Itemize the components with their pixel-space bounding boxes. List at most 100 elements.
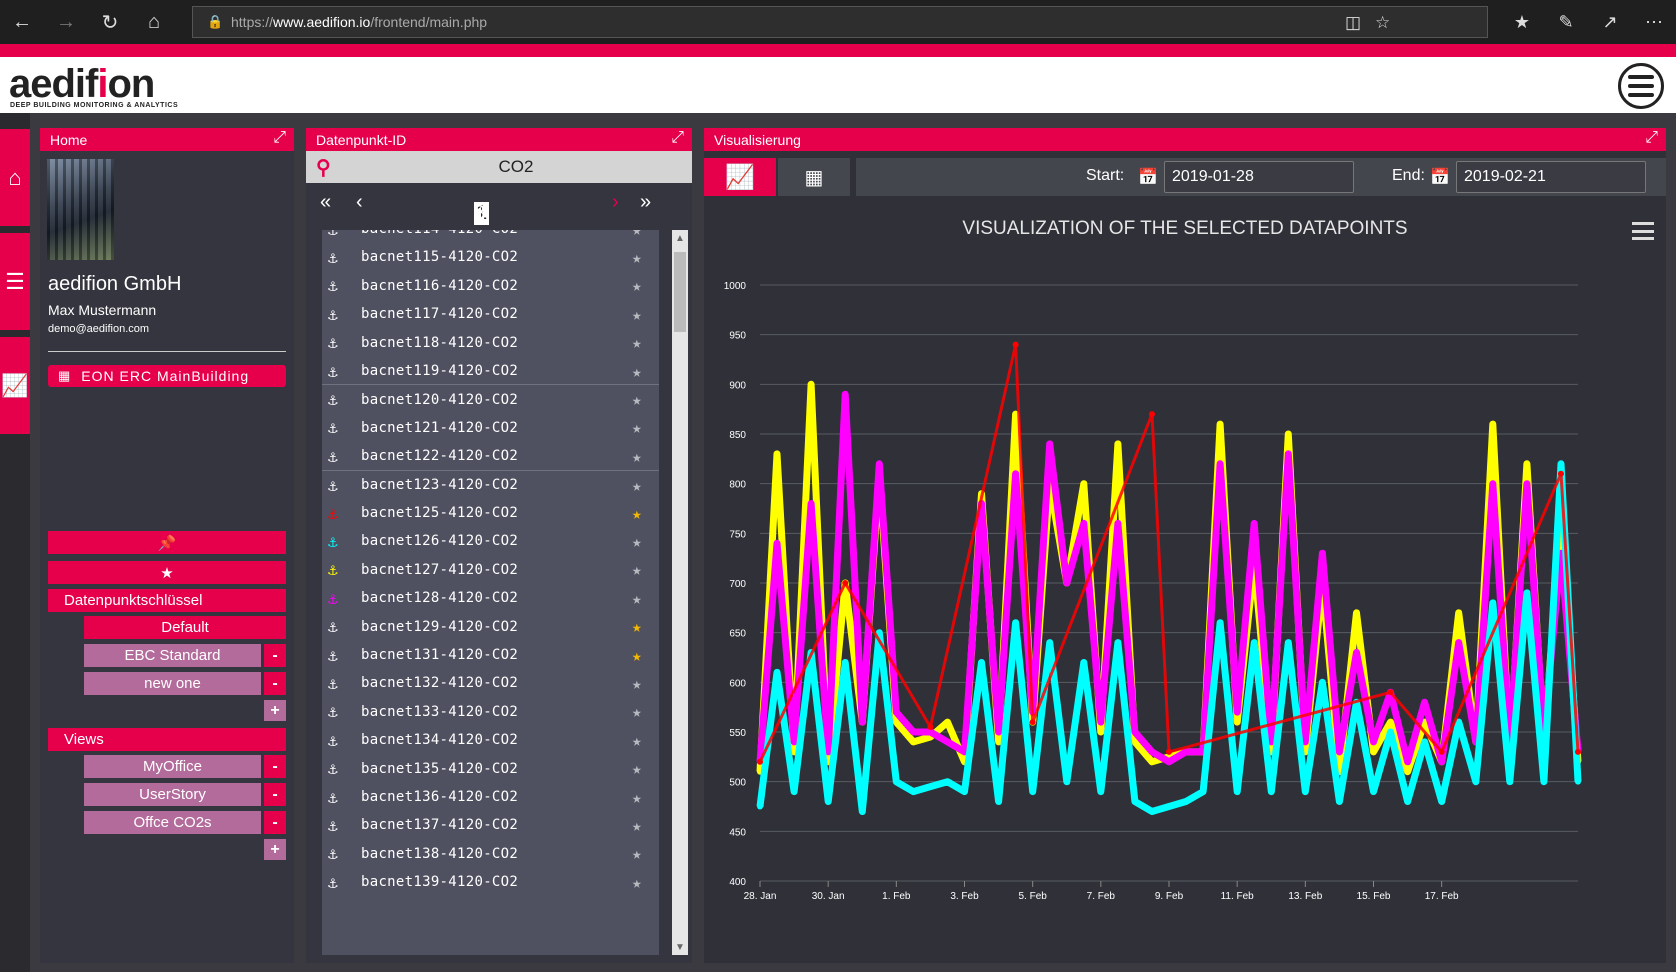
page-3[interactable]: 3	[474, 202, 485, 225]
list-item[interactable]: ⚓ bacnet117-4120-CO2 ★	[322, 299, 659, 329]
keys-section-header[interactable]: Datenpunktschlüssel	[48, 589, 286, 612]
list-item[interactable]: ⚓ bacnet136-4120-CO2 ★	[322, 782, 659, 812]
remove-view-button[interactable]: -	[264, 755, 286, 778]
star-icon[interactable]: ★	[632, 589, 642, 608]
expand-icon[interactable]: ⤢	[671, 129, 684, 147]
list-item[interactable]: ⚓ bacnet123-4120-CO2 ★	[322, 469, 659, 500]
expand-icon[interactable]: ⤢	[1645, 129, 1658, 147]
view-myoffice[interactable]: MyOffice	[84, 755, 261, 778]
calendar-icon[interactable]: 📅	[1430, 167, 1450, 187]
pinned-filter-button[interactable]: 📌	[48, 531, 286, 554]
pin-icon[interactable]: ⚓	[328, 418, 338, 437]
building-selector[interactable]: ▦ EON ERC MainBuilding	[48, 365, 286, 387]
list-scrollbar[interactable]: ▲ ▼	[672, 230, 688, 955]
key-ebc-standard[interactable]: EBC Standard	[84, 644, 261, 667]
pin-icon[interactable]: ⚓	[328, 617, 338, 636]
pin-icon[interactable]: ⚓	[328, 504, 338, 523]
remove-view-button[interactable]: -	[264, 811, 286, 834]
pin-icon[interactable]: ⚓	[328, 731, 338, 750]
star-icon[interactable]: ★	[632, 333, 642, 352]
next-page-icon[interactable]: ›	[612, 191, 619, 214]
end-date-input[interactable]: 2019-02-21	[1456, 161, 1646, 193]
list-item[interactable]: ⚓ bacnet115-4120-CO2 ★	[322, 242, 659, 272]
pin-icon[interactable]: ⚓	[328, 305, 338, 324]
pin-icon[interactable]: ⚓	[328, 873, 338, 892]
pin-icon[interactable]: ⚓	[328, 816, 338, 835]
list-item[interactable]: ⚓ bacnet127-4120-CO2 ★	[322, 555, 659, 585]
scroll-down-icon[interactable]: ▼	[675, 942, 685, 953]
remove-key-button[interactable]: -	[264, 644, 286, 667]
list-item[interactable]: ⚓ bacnet134-4120-CO2 ★	[322, 725, 659, 755]
logo[interactable]: aedifion	[9, 62, 155, 107]
home-icon[interactable]: ⌂	[132, 0, 176, 44]
list-item[interactable]: ⚓ bacnet125-4120-CO2 ★	[322, 498, 659, 528]
main-menu-button[interactable]	[1618, 63, 1664, 109]
list-item[interactable]: ⚓ bacnet118-4120-CO2 ★	[322, 328, 659, 358]
list-item[interactable]: ⚓ bacnet135-4120-CO2 ★	[322, 754, 659, 784]
star-icon[interactable]: ★	[632, 418, 642, 437]
list-item[interactable]: ⚓ bacnet138-4120-CO2 ★	[322, 839, 659, 869]
pin-icon[interactable]: ⚓	[328, 560, 338, 579]
list-item[interactable]: ⚓ bacnet132-4120-CO2 ★	[322, 668, 659, 698]
list-item[interactable]: ⚓ bacnet122-4120-CO2 ★	[322, 441, 659, 471]
refresh-icon[interactable]: ↻	[88, 0, 132, 44]
scroll-up-icon[interactable]: ▲	[675, 233, 685, 244]
calendar-icon[interactable]: 📅	[1138, 167, 1158, 187]
star-icon[interactable]: ★	[632, 788, 642, 807]
views-section-header[interactable]: Views	[48, 728, 286, 751]
key-default[interactable]: Default	[84, 616, 286, 639]
list-item[interactable]: ⚓ bacnet126-4120-CO2 ★	[322, 526, 659, 556]
pin-icon[interactable]: ⚓	[328, 476, 338, 495]
pin-icon[interactable]: ⚓	[328, 390, 338, 409]
list-item[interactable]: ⚓ bacnet119-4120-CO2 ★	[322, 356, 659, 386]
search-input[interactable]	[346, 151, 686, 183]
last-page-icon[interactable]: »	[640, 191, 651, 214]
star-icon[interactable]: ★	[632, 844, 642, 863]
view-userstory[interactable]: UserStory	[84, 783, 261, 806]
list-item[interactable]: ⚓ bacnet121-4120-CO2 ★	[322, 413, 659, 443]
list-item[interactable]: ⚓ bacnet129-4120-CO2 ★	[322, 612, 659, 642]
star-icon[interactable]: ★	[632, 617, 642, 636]
star-icon[interactable]: ★	[632, 674, 642, 693]
start-date-input[interactable]: 2019-01-28	[1164, 161, 1354, 193]
chart-view-button[interactable]: 📈	[704, 158, 776, 196]
chart-menu-icon[interactable]	[1632, 222, 1654, 240]
pin-icon[interactable]: ⚓	[328, 447, 338, 466]
pin-icon[interactable]: ⚓	[328, 362, 338, 381]
pin-icon[interactable]: ⚓	[328, 674, 338, 693]
pin-icon[interactable]: ⚓	[328, 589, 338, 608]
nav-home-icon[interactable]: ⌂	[0, 129, 30, 226]
search-icon[interactable]: ⚲	[316, 155, 331, 180]
pin-icon[interactable]: ⚓	[328, 646, 338, 665]
pin-icon[interactable]: ⚓	[328, 788, 338, 807]
pin-icon[interactable]: ⚓	[328, 230, 338, 239]
pin-icon[interactable]: ⚓	[328, 759, 338, 778]
star-icon[interactable]: ★	[632, 390, 642, 409]
star-icon[interactable]: ★	[632, 276, 642, 295]
list-item[interactable]: ⚓ bacnet131-4120-CO2 ★	[322, 640, 659, 670]
scroll-thumb[interactable]	[674, 252, 686, 332]
star-icon[interactable]: ★	[632, 362, 642, 381]
pin-icon[interactable]: ⚓	[328, 333, 338, 352]
list-item[interactable]: ⚓ bacnet128-4120-CO2 ★	[322, 583, 659, 613]
reading-view-icon[interactable]: ◫	[1345, 13, 1361, 33]
forward-icon[interactable]: →	[44, 0, 88, 44]
star-icon[interactable]: ★	[632, 248, 642, 267]
table-view-button[interactable]: ▦	[778, 158, 850, 196]
star-icon[interactable]: ★	[632, 447, 642, 466]
star-icon[interactable]: ★	[632, 230, 642, 239]
nav-chart-icon[interactable]: 📈	[0, 337, 30, 434]
back-icon[interactable]: ←	[0, 0, 44, 44]
star-icon[interactable]: ★	[632, 731, 642, 750]
star-icon[interactable]: ★	[632, 532, 642, 551]
pin-icon[interactable]: ⚓	[328, 248, 338, 267]
star-icon[interactable]: ★	[632, 702, 642, 721]
pin-icon[interactable]: ⚓	[328, 844, 338, 863]
pen-icon[interactable]: ✎	[1544, 0, 1588, 44]
prev-page-icon[interactable]: ‹	[356, 191, 363, 214]
address-bar[interactable]: 🔒 https://www.aedifion.io/frontend/main.…	[192, 6, 1488, 38]
star-icon[interactable]: ★	[632, 759, 642, 778]
add-key-button[interactable]: +	[264, 700, 286, 721]
favorites-filter-button[interactable]: ★	[48, 561, 286, 584]
expand-icon[interactable]: ⤢	[273, 129, 286, 147]
